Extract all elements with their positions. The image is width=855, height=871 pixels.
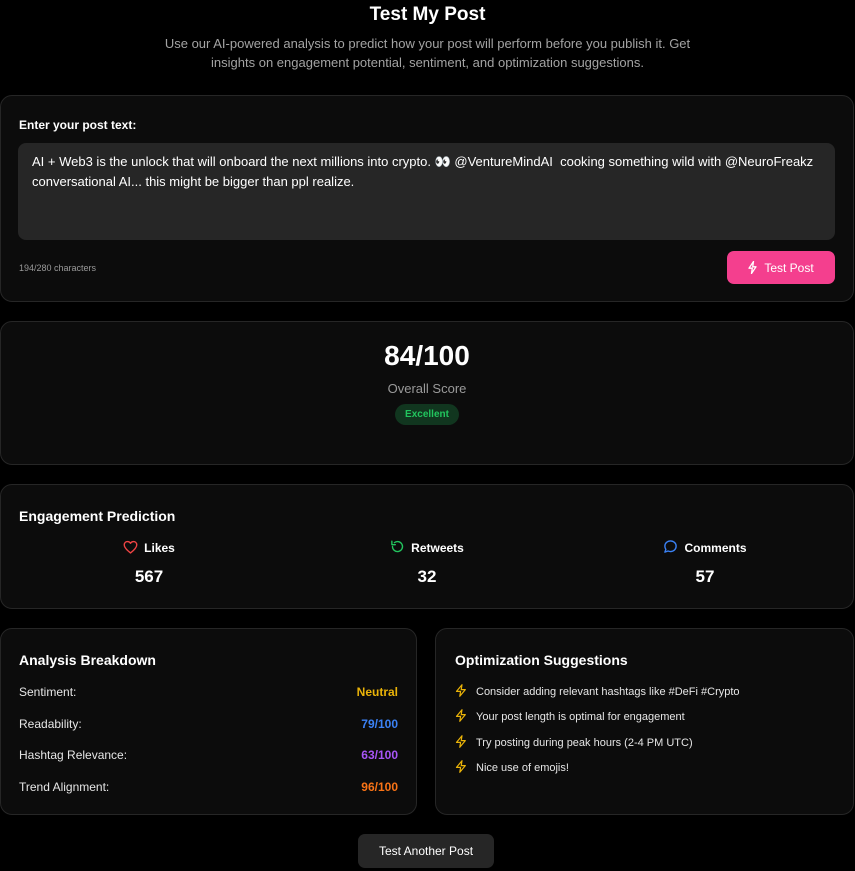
heart-icon xyxy=(123,540,138,557)
post-input-card: Enter your post text: AI + Web3 is the u… xyxy=(0,95,854,302)
analysis-row-trend-alignment: Trend Alignment: 96/100 xyxy=(19,780,398,794)
suggestions-title: Optimization Suggestions xyxy=(455,652,628,668)
post-input-label: Enter your post text: xyxy=(19,118,137,132)
analysis-label: Readability: xyxy=(19,717,82,731)
analysis-label: Trend Alignment: xyxy=(19,780,110,794)
analysis-row-readability: Readability: 79/100 xyxy=(19,717,398,731)
comments-label: Comments xyxy=(684,541,747,555)
analysis-value: 63/100 xyxy=(361,748,398,762)
page-subtitle: Use our AI-powered analysis to predict h… xyxy=(164,36,691,70)
analysis-breakdown-card: Analysis Breakdown Sentiment: Neutral Re… xyxy=(0,628,417,815)
suggestion-text: Consider adding relevant hashtags like #… xyxy=(476,686,740,698)
suggestion-text: Nice use of emojis! xyxy=(476,762,569,774)
test-another-post-button[interactable]: Test Another Post xyxy=(358,834,494,868)
likes-label: Likes xyxy=(144,541,175,555)
retweets-metric: Retweets 32 xyxy=(347,539,507,587)
lightning-icon xyxy=(455,735,467,751)
test-post-button-label: Test Post xyxy=(764,260,814,275)
engagement-prediction-card: Engagement Prediction Likes 567 Retweets… xyxy=(0,484,854,609)
test-post-button[interactable]: Test Post xyxy=(727,251,835,284)
score-card: 84/100 Overall Score Excellent xyxy=(0,321,854,465)
analysis-label: Hashtag Relevance: xyxy=(19,748,128,762)
comments-metric: Comments 57 xyxy=(625,539,785,587)
analysis-value: Neutral xyxy=(356,685,398,699)
suggestion-item: Try posting during peak hours (2-4 PM UT… xyxy=(455,735,693,751)
lightning-icon xyxy=(455,709,467,725)
lightning-icon xyxy=(455,684,467,700)
lightning-icon xyxy=(455,760,467,776)
comment-icon xyxy=(663,539,678,557)
analysis-value: 79/100 xyxy=(361,717,398,731)
character-count: 194/280 characters xyxy=(19,263,97,273)
optimization-suggestions-card: Optimization Suggestions Consider adding… xyxy=(435,628,854,815)
retweets-value: 32 xyxy=(417,567,437,586)
suggestion-item: Nice use of emojis! xyxy=(455,760,569,776)
retweets-label: Retweets xyxy=(411,541,464,555)
overall-score-value: 84/100 xyxy=(384,340,470,371)
suggestion-item: Consider adding relevant hashtags like #… xyxy=(455,684,740,700)
analysis-row-hashtag-relevance: Hashtag Relevance: 63/100 xyxy=(19,748,398,762)
post-text-input[interactable]: AI + Web3 is the unlock that will onboar… xyxy=(18,143,835,240)
page-header: Test My Post Use our AI-powered analysis… xyxy=(0,0,855,72)
analysis-label: Sentiment: xyxy=(19,685,77,699)
suggestion-text: Try posting during peak hours (2-4 PM UT… xyxy=(476,737,693,749)
analysis-row-sentiment: Sentiment: Neutral xyxy=(19,685,398,699)
analysis-title: Analysis Breakdown xyxy=(19,652,156,668)
retweet-icon xyxy=(390,539,405,557)
suggestion-item: Your post length is optimal for engageme… xyxy=(455,709,685,725)
score-status-badge: Excellent xyxy=(395,404,459,425)
likes-metric: Likes 567 xyxy=(69,539,229,587)
page-title: Test My Post xyxy=(369,4,486,25)
engagement-title: Engagement Prediction xyxy=(19,508,176,524)
comments-value: 57 xyxy=(695,567,715,586)
overall-score-label: Overall Score xyxy=(387,381,467,396)
likes-value: 567 xyxy=(134,567,164,586)
analysis-value: 96/100 xyxy=(361,780,398,794)
suggestion-text: Your post length is optimal for engageme… xyxy=(476,711,685,723)
lightning-icon xyxy=(748,261,757,274)
